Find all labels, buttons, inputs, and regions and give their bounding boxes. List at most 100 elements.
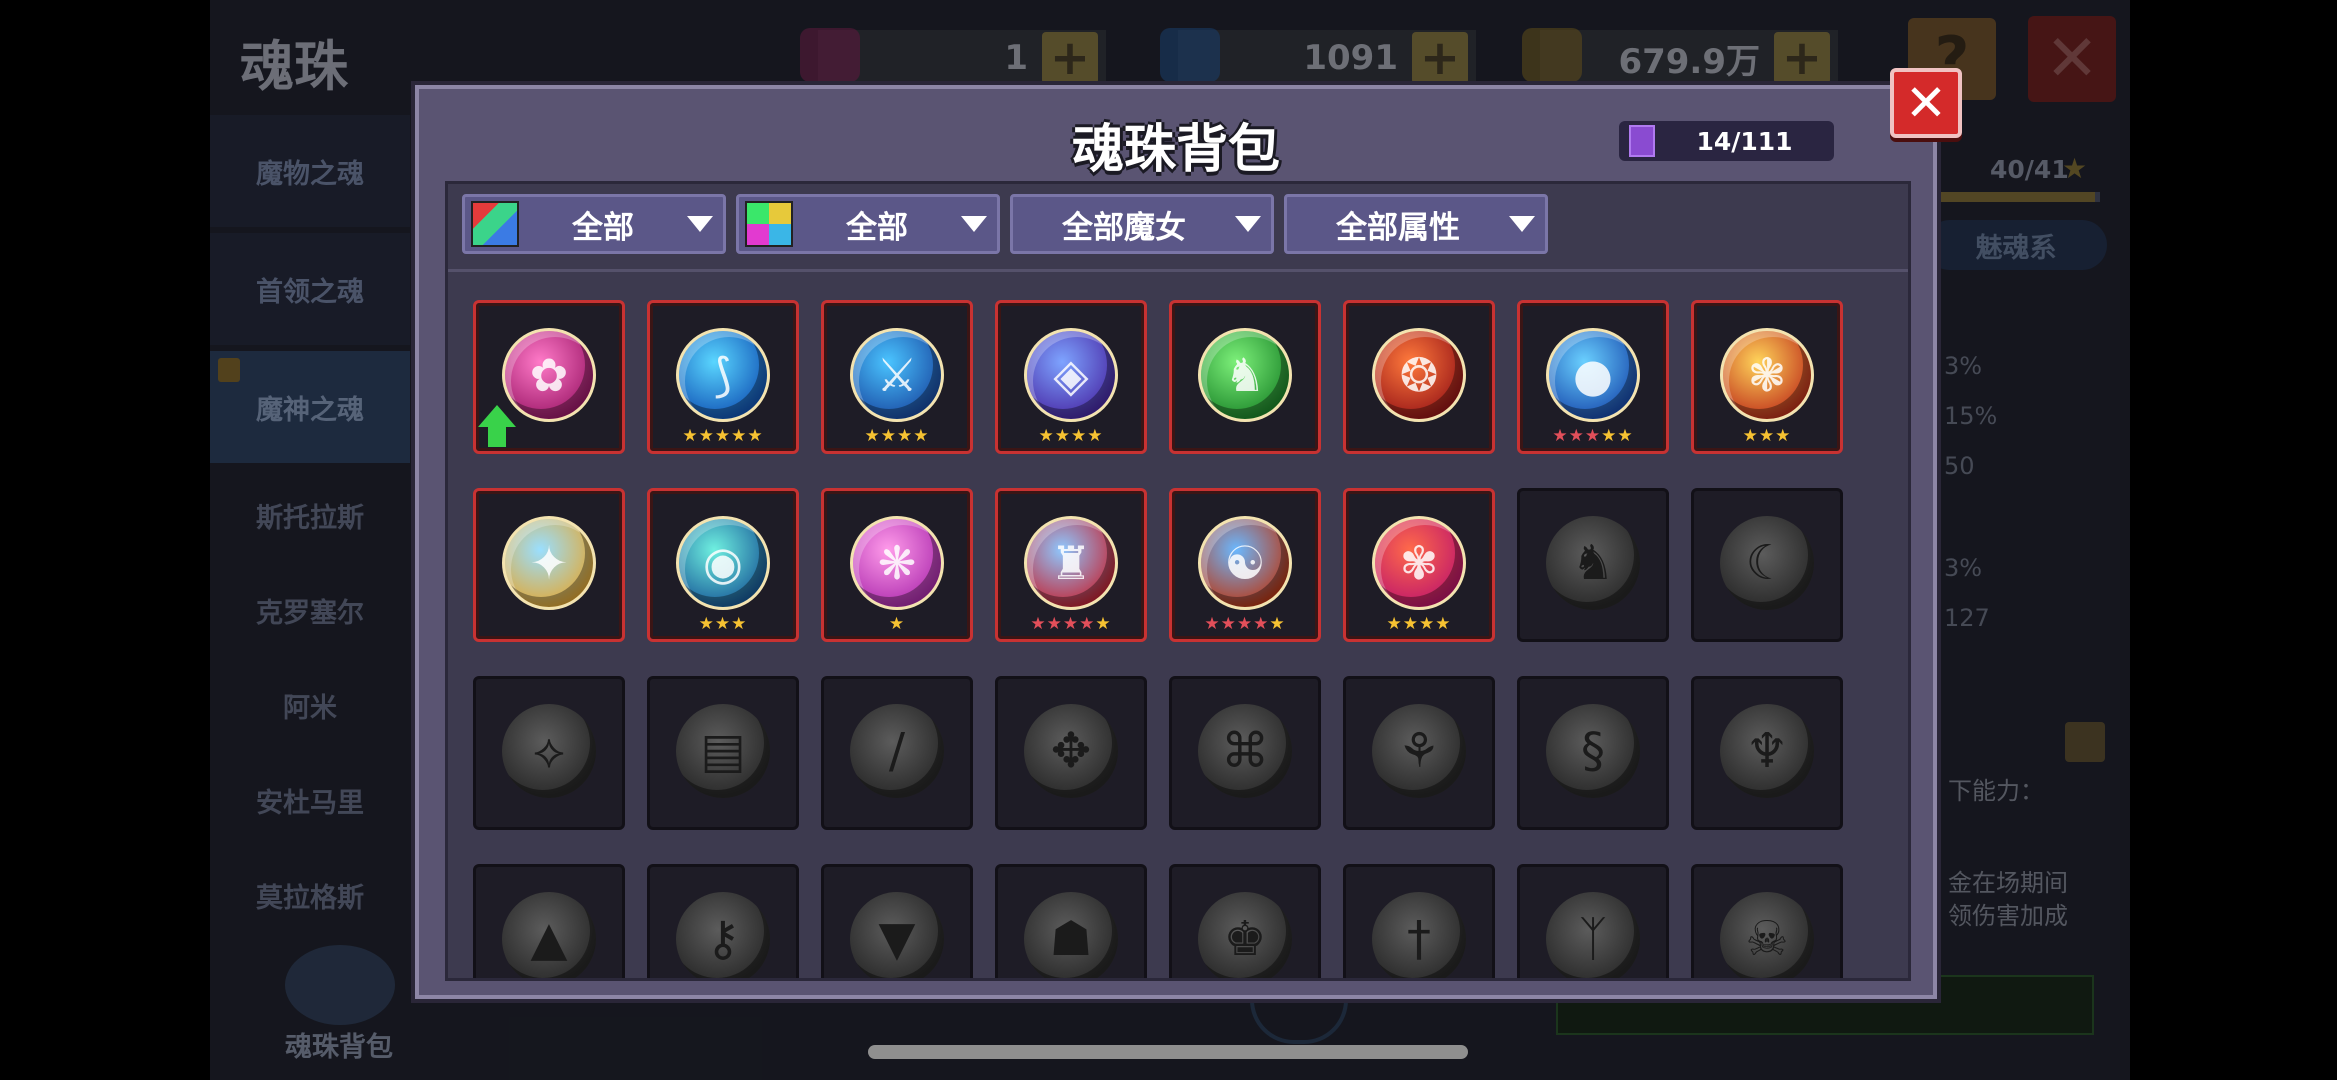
red-star-icon: ★ [1236,614,1254,634]
blue-sword-orb-icon: ⚔ [850,328,944,422]
filter-label: 全部 [846,209,908,246]
locked-sword-orb-icon: † [1372,892,1466,978]
soul-bag-modal: 魂珠背包 14/111 全部 全部 全部魔女 全部属性 ✿ ⟆ ★★★★★ ⚔ ★★★★… [415,85,1937,999]
locked-gear-orb-icon: ✥ [1024,704,1118,798]
green-dragon-orb-icon: ♞ [1198,328,1292,422]
star-rating: ★★★★ [824,428,970,445]
locked-orb-slot[interactable]: ⚷ [647,864,799,978]
soul-orb-slot[interactable]: ♜ ★★★★★ [995,488,1147,642]
gold-star-icon: ★ [1742,426,1759,446]
red-star-icon: ★ [1568,426,1585,446]
star-rating: ★★★★★ [1172,616,1318,633]
soul-orb-slot[interactable]: ⚔ ★★★★ [821,300,973,454]
gold-star-icon: ★ [1071,426,1088,446]
locked-orb-slot[interactable]: ♞ [1517,488,1669,642]
soul-orb-slot[interactable]: ✦ [473,488,625,642]
star-rating: ★★★ [1694,428,1840,445]
bag-content: 全部 全部 全部魔女 全部属性 ✿ ⟆ ★★★★★ ⚔ ★★★★ ◈ ★★★★ ♞ ❂ ● ★★★★… [445,181,1911,981]
soul-orb-slot[interactable]: ❃ ★★★ [1691,300,1843,454]
locked-key-orb-icon: ⚷ [676,892,770,978]
gold-star-icon: ★ [1758,426,1776,446]
locked-hat-orb-icon: ▲ [502,892,596,978]
pink-sphere-orb-icon: ❋ [850,516,944,610]
locked-orb-slot[interactable]: ▲ [473,864,625,978]
locked-maze-orb-icon: ⌘ [1198,704,1292,798]
soul-orb-slot[interactable]: ● ★★★★★ [1517,300,1669,454]
star-rating: ★★★ [650,616,796,633]
filter-label: 全部魔女 [1062,209,1186,246]
gold-star-icon: ★ [1038,426,1055,446]
gold-star-icon: ★ [698,426,715,446]
red-flower-orb-icon: ✾ [1372,516,1466,610]
locked-orb-slot[interactable]: ☗ [995,864,1147,978]
locked-orb-slot[interactable]: ☾ [1691,488,1843,642]
gold-star-icon: ★ [1269,614,1286,634]
locked-mask-orb-icon: ☗ [1024,892,1118,978]
color-filter-dropdown[interactable]: 全部 [736,194,1000,254]
attribute-filter-dropdown[interactable]: 全部属性 [1284,194,1548,254]
soul-orb-slot[interactable]: ✾ ★★★★ [1343,488,1495,642]
locked-orb-slot[interactable]: ▼ [821,864,973,978]
locked-orb-slot[interactable]: † [1343,864,1495,978]
locked-orb-slot[interactable]: ♆ [1691,676,1843,830]
soul-orb-slot[interactable]: ⟆ ★★★★★ [647,300,799,454]
soul-orb-slot[interactable]: ✿ [473,300,625,454]
chevron-down-icon [1235,216,1261,232]
soul-orb-slot[interactable]: ❂ [1343,300,1495,454]
home-indicator [868,1045,1468,1059]
star-rating: ★★★★★ [998,616,1144,633]
gold-star-icon: ★ [913,426,930,446]
locked-orb-slot[interactable]: ⚘ [1343,676,1495,830]
soul-orb-slot[interactable]: ♞ [1169,300,1321,454]
locked-warrior-orb-icon: ♚ [1198,892,1292,978]
chevron-down-icon [1509,216,1535,232]
red-star-icon: ★ [1204,614,1221,634]
blue-scroll-orb-icon: ⟆ [676,328,770,422]
locked-orb-slot[interactable]: ▤ [647,676,799,830]
locked-orb-slot[interactable]: / [821,676,973,830]
witch-filter-dropdown[interactable]: 全部魔女 [1010,194,1274,254]
rarity-filter-dropdown[interactable]: 全部 [462,194,726,254]
modal-close-button[interactable]: ✕ [1890,68,1962,138]
locked-orb-slot[interactable]: ✥ [995,676,1147,830]
gold-star-icon: ★ [714,614,732,634]
gold-star-icon: ★ [1775,426,1792,446]
star-rating: ★★★★★ [1520,428,1666,445]
locked-orb-slot[interactable]: ☠ [1691,864,1843,978]
soul-orb-slot[interactable]: ☯ ★★★★★ [1169,488,1321,642]
gold-star-icon: ★ [1617,426,1634,446]
gold-star-icon: ★ [1402,614,1419,634]
gold-star-icon: ★ [731,426,748,446]
locked-drill-orb-icon: ▼ [850,892,944,978]
purple-shield-orb-icon: ◈ [1024,328,1118,422]
gold-star-icon: ★ [888,614,906,634]
locked-orb-slot[interactable]: § [1517,676,1669,830]
gold-star-icon: ★ [1419,614,1436,634]
gold-star-icon: ★ [747,426,764,446]
bag-icon [1629,125,1655,157]
soul-orb-slot[interactable]: ◈ ★★★★ [995,300,1147,454]
rarity-filter-icon [471,201,519,247]
filter-label: 全部 [572,209,634,246]
gold-star-icon: ★ [1435,614,1452,634]
gold-star-icon: ★ [1601,426,1618,446]
locked-orb-slot[interactable]: ⟡ [473,676,625,830]
locked-orb-slot[interactable]: ⌘ [1169,676,1321,830]
red-star-icon: ★ [1220,614,1237,634]
gold-star-icon: ★ [880,426,897,446]
soul-orb-slot[interactable]: ◉ ★★★ [647,488,799,642]
locked-orb-slot[interactable]: ♚ [1169,864,1321,978]
bag-capacity-text: 14/111 [1696,126,1793,156]
star-rating: ★★★★ [1346,616,1492,633]
star-rating: ★★★★ [998,428,1144,445]
soul-orb-slot[interactable]: ❋ ★ [821,488,973,642]
white-pearl-orb-icon: ● [1546,328,1640,422]
gold-star-icon: ★ [731,614,748,634]
locked-knight-orb-icon: ♞ [1546,516,1640,610]
gold-star-icon: ★ [864,426,881,446]
locked-orb-slot[interactable]: ᛉ [1517,864,1669,978]
red-star-icon: ★ [1552,426,1569,446]
red-star-icon: ★ [1079,614,1096,634]
locked-crescent-orb-icon: ☾ [1720,516,1814,610]
locked-skull-orb-icon: ☠ [1720,892,1814,978]
